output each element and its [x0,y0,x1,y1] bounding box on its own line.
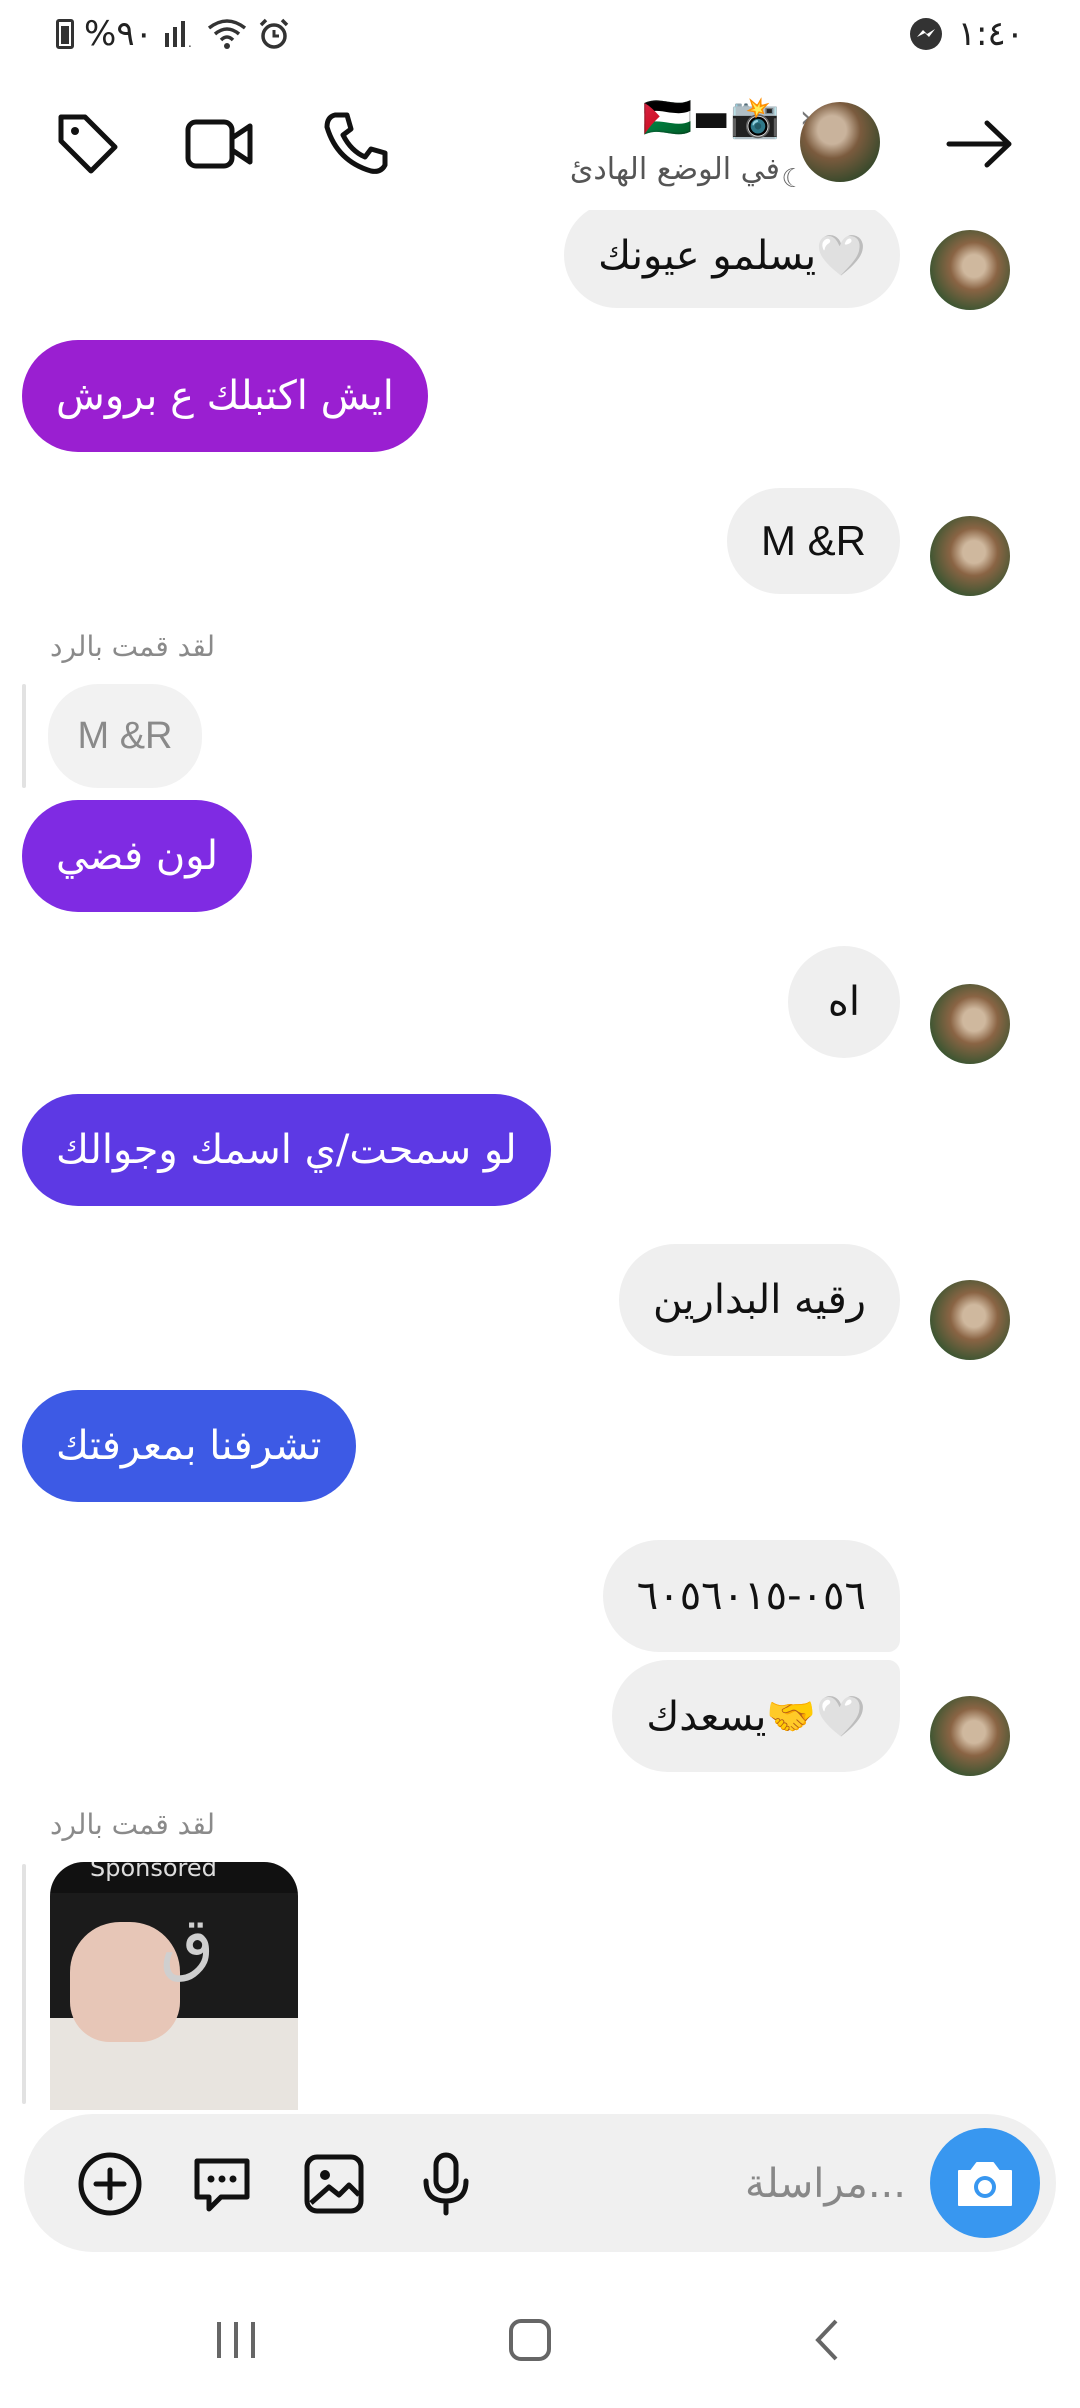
arrow-right-icon[interactable] [940,104,1020,184]
sender-avatar[interactable] [930,230,1010,310]
battery-icon [56,19,74,49]
home-icon[interactable] [490,2310,570,2370]
chat-bubble-icon[interactable] [182,2144,262,2224]
microphone-icon[interactable] [406,2144,486,2224]
incoming-message[interactable]: M &R [727,488,900,594]
battery-level: %٩٠ [84,14,153,54]
thumbnail-glyph: ق [160,1902,215,1984]
incoming-message[interactable]: يسعدك🤝🤍 [612,1660,900,1772]
gallery-icon[interactable] [294,2144,374,2224]
recent-apps-icon[interactable] [196,2310,276,2370]
incoming-message[interactable]: رقيه البدارين [618,1244,900,1356]
status-left: %٩٠ . [56,14,291,54]
incoming-message[interactable]: يسلمو عيونك🤍 [564,210,900,308]
message-input[interactable] [526,2152,906,2216]
message-composer [24,2114,1056,2252]
sender-avatar[interactable] [930,1696,1010,1776]
add-icon[interactable] [70,2144,150,2224]
camera-icon [958,2162,1012,2206]
reply-bar [22,1864,26,2104]
sponsored-label: Sponsored [90,1862,217,1882]
sender-avatar[interactable] [930,516,1010,596]
incoming-message[interactable]: اه [787,946,900,1058]
incoming-message[interactable]: ٠٥٦-٦٠٥٦٠١٥ [602,1540,900,1652]
outgoing-message[interactable]: لون فضي [22,800,253,912]
quiet-mode-status: في الوضع الهادئ [569,152,780,187]
messenger-icon [909,18,942,50]
outgoing-message[interactable]: تشرفنا بمعرفتك [22,1390,356,1502]
svg-text:.: . [188,36,192,49]
outgoing-message[interactable]: ايش اكتبلك ع بروش [22,340,428,452]
quoted-media-thumbnail[interactable]: Sponsored ق [50,1862,298,2110]
back-icon[interactable] [786,2310,866,2370]
status-right: ١:٤٠ [908,14,1024,54]
camera-button[interactable] [930,2128,1040,2238]
signal-icon: . [164,21,192,49]
sender-avatar[interactable] [930,1280,1010,1360]
tag-icon[interactable] [48,104,128,184]
phone-icon[interactable] [316,104,396,184]
chat-title[interactable]: 🇵🇸▬📸 في الوضع الهادئ [570,90,780,187]
video-call-icon[interactable] [180,104,260,184]
sender-avatar[interactable] [930,984,1010,1064]
quoted-message[interactable]: M &R [48,684,202,788]
moon-icon: ☾ [776,162,810,196]
contact-name: 🇵🇸▬📸 [642,95,780,141]
reply-label: لقد قمت بالرد [50,1808,216,1841]
chat-header: 🇵🇸▬📸 في الوضع الهادئ › ☾ [0,82,1080,210]
reply-bar [22,684,26,788]
outgoing-message[interactable]: لو سمحت/ي اسمك وجوالك [22,1094,551,1206]
system-navigation-bar [0,2270,1080,2408]
clock: ١:٤٠ [957,14,1024,54]
reply-label: لقد قمت بالرد [50,630,216,663]
contact-avatar[interactable] [800,102,880,182]
status-bar: %٩٠ . ١:٤٠ [0,0,1080,72]
alarm-icon [259,18,289,49]
message-list[interactable]: يسلمو عيونك🤍 ايش اكتبلك ع بروش M &R لقد … [0,210,1080,2110]
wifi-icon [207,19,246,49]
